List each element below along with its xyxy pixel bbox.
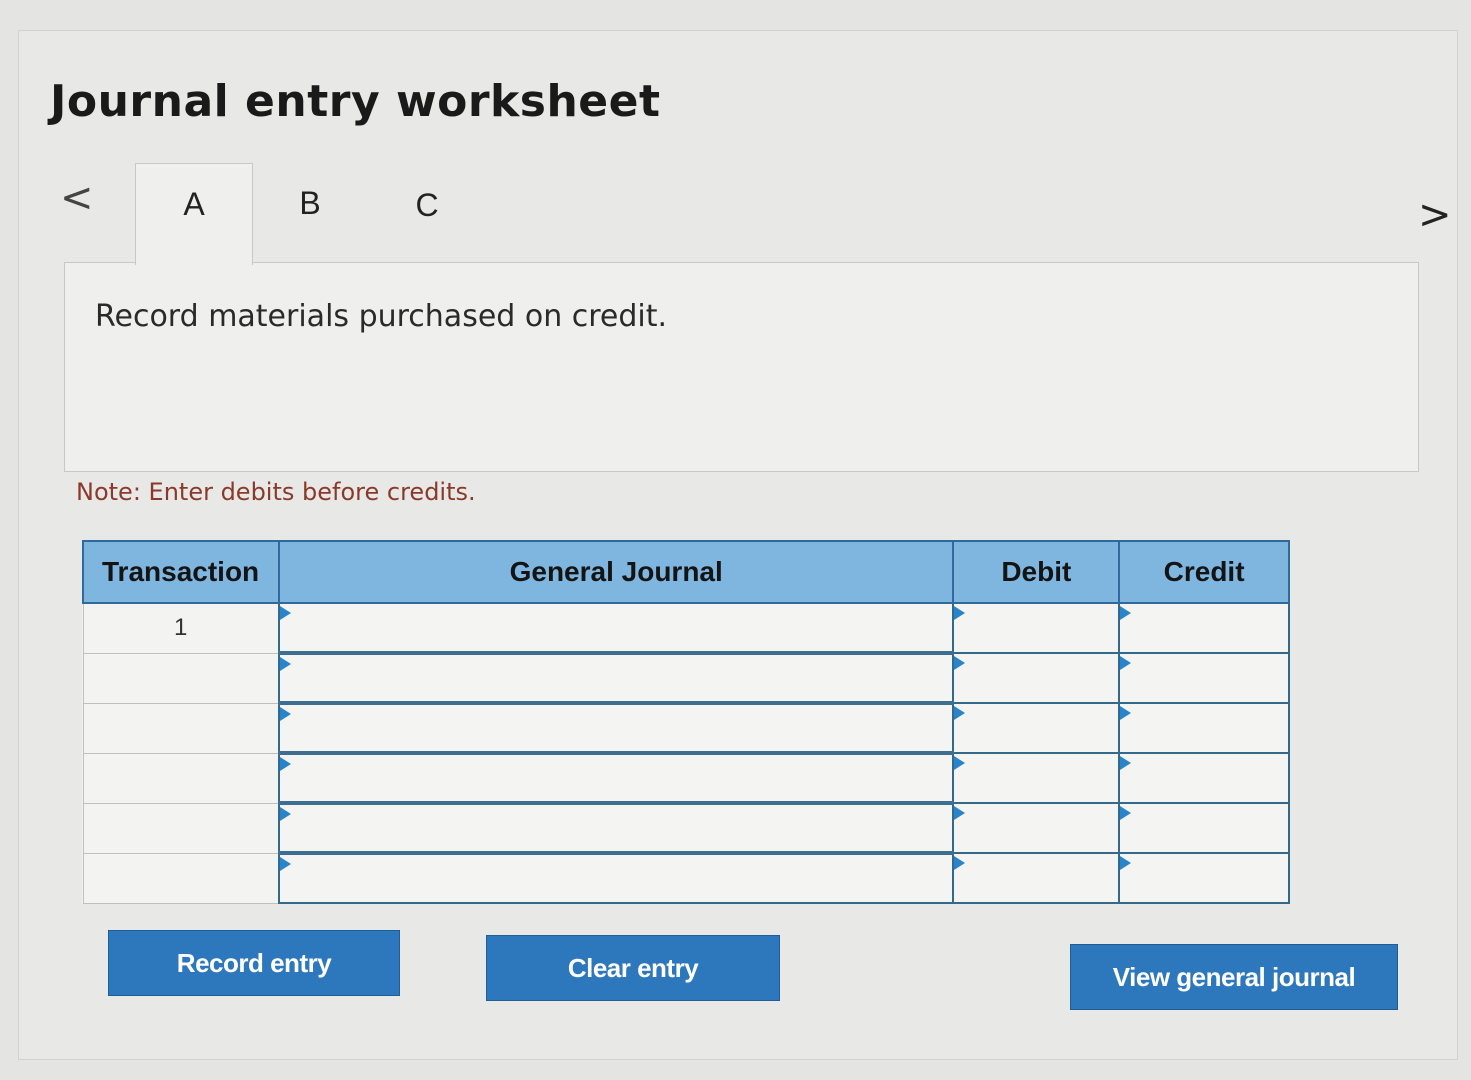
transaction-cell: [82, 702, 280, 754]
credit-input[interactable]: [1118, 752, 1290, 804]
instruction-panel: Record materials purchased on credit.: [64, 262, 1419, 472]
table-row: [82, 851, 1290, 904]
tab-b[interactable]: B: [285, 185, 335, 222]
header-general-journal: General Journal: [277, 540, 955, 604]
credit-input[interactable]: [1118, 652, 1290, 704]
chevron-right-icon[interactable]: >: [1418, 195, 1452, 235]
journal-table: Transaction General Journal Debit Credit…: [82, 540, 1290, 904]
general-journal-input[interactable]: [277, 602, 955, 654]
credit-input[interactable]: [1118, 852, 1290, 904]
general-journal-input[interactable]: [277, 651, 955, 704]
header-debit: Debit: [952, 540, 1121, 604]
general-journal-input[interactable]: [277, 751, 955, 804]
page-title: Journal entry worksheet: [50, 76, 661, 127]
chevron-left-icon[interactable]: <: [60, 178, 94, 218]
tab-c[interactable]: C: [402, 187, 452, 224]
credit-input[interactable]: [1118, 602, 1290, 654]
record-entry-button[interactable]: Record entry: [108, 930, 400, 996]
table-header-row: Transaction General Journal Debit Credit: [82, 540, 1290, 604]
instruction-text: Record materials purchased on credit.: [95, 299, 668, 334]
table-row: [82, 701, 1290, 754]
table-row: [82, 651, 1290, 704]
transaction-cell: [82, 652, 280, 704]
general-journal-input[interactable]: [277, 801, 955, 854]
debit-input[interactable]: [952, 652, 1121, 704]
debit-input[interactable]: [952, 602, 1121, 654]
note-text: Note: Enter debits before credits.: [76, 478, 476, 506]
general-journal-input[interactable]: [277, 701, 955, 754]
transaction-cell: [82, 802, 280, 854]
credit-input[interactable]: [1118, 802, 1290, 854]
table-row: [82, 751, 1290, 804]
credit-input[interactable]: [1118, 702, 1290, 754]
transaction-cell: 1: [82, 602, 280, 654]
table-row: [82, 801, 1290, 854]
header-credit: Credit: [1118, 540, 1290, 604]
debit-input[interactable]: [952, 852, 1121, 904]
debit-input[interactable]: [952, 702, 1121, 754]
debit-input[interactable]: [952, 752, 1121, 804]
header-transaction: Transaction: [82, 540, 280, 604]
general-journal-input[interactable]: [277, 851, 955, 904]
debit-input[interactable]: [952, 802, 1121, 854]
tab-a[interactable]: A: [135, 163, 253, 265]
clear-entry-button[interactable]: Clear entry: [486, 935, 780, 1001]
view-general-journal-button[interactable]: View general journal: [1070, 944, 1398, 1010]
table-row: 1: [82, 602, 1290, 654]
transaction-cell: [82, 852, 280, 904]
transaction-cell: [82, 752, 280, 804]
